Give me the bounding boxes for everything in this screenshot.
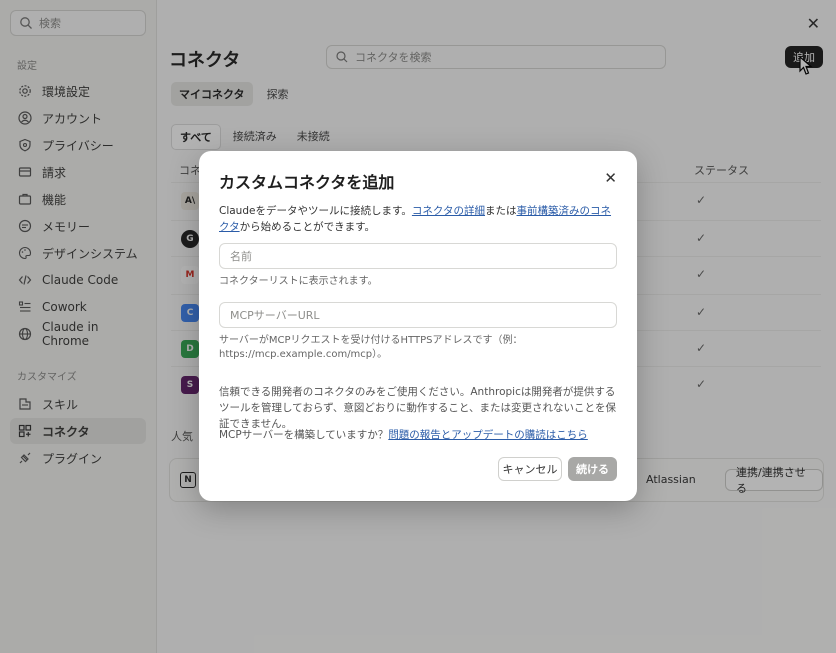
desc-mid: または (485, 205, 517, 217)
trust-warning-text: 信頼できる開発者のコネクタのみをご使用ください。Anthropicは開発者が提供… (219, 386, 617, 430)
app-window: 検索 設定 環境設定 アカウント プライバシー 請求 機能 メモリー デザインシ… (0, 0, 836, 653)
continue-button[interactable]: 続ける (568, 457, 617, 481)
desc-prefix: Claudeをデータやツールに接続します。 (219, 205, 412, 217)
add-custom-connector-dialog: カスタムコネクタを追加 ✕ Claudeをデータやツールに接続します。コネクタの… (199, 151, 637, 501)
close-icon[interactable]: ✕ (604, 169, 617, 187)
report-issues-link[interactable]: 問題の報告とアップデートの購読はこちら (388, 429, 588, 441)
mcp-question-text: MCPサーバーを構築していますか？ (219, 429, 389, 441)
connector-details-link[interactable]: コネクタの詳細 (412, 205, 485, 217)
name-input[interactable] (219, 243, 617, 269)
url-hint: サーバーがMCPリクエストを受け付けるHTTPSアドレスです（例：https:/… (219, 335, 523, 360)
mcp-building-question: MCPサーバーを構築していますか？問題の報告とアップデートの購読はこちら (219, 427, 588, 442)
name-hint: コネクターリストに表示されます。 (219, 276, 378, 287)
cancel-button[interactable]: キャンセル (498, 457, 562, 481)
desc-suffix: から始めることができます。 (239, 221, 376, 233)
dialog-description: Claudeをデータやツールに接続します。コネクタの詳細または事前構築済みのコネ… (219, 203, 619, 235)
dialog-title: カスタムコネクタを追加 (219, 173, 395, 192)
mcp-server-url-input[interactable] (219, 302, 617, 328)
